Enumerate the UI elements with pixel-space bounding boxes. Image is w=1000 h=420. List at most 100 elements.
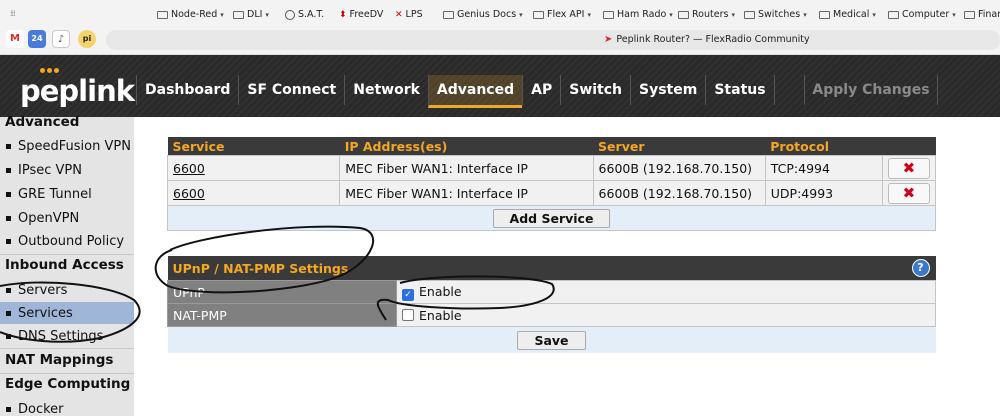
sidebar-item-docker[interactable]: Docker [0, 398, 134, 420]
nav-ap[interactable]: AP [522, 75, 560, 105]
tab-title[interactable]: ➤ Peplink Router? — FlexRadio Community [604, 34, 810, 45]
folder-icon [233, 10, 244, 19]
sidebar-item-servers[interactable]: Servers [0, 279, 134, 301]
sidebar-item-ipsec-vpn[interactable]: IPsec VPN [0, 159, 134, 181]
table-row: 6600 MEC Fiber WAN1: Interface IP 6600B … [166, 155, 937, 181]
folder-icon [819, 10, 830, 19]
peplink-logo[interactable]: peplink [20, 74, 135, 108]
calendar-icon[interactable]: 24 [28, 30, 46, 48]
tab-bar [0, 26, 1000, 55]
checkbox-checked-icon: ✓ [402, 288, 414, 301]
column-header-server: Server [593, 137, 766, 156]
server-cell: 6600B (192.168.70.150) [592, 180, 766, 206]
sidebar-divider [0, 254, 134, 255]
section-title: UPnP / NAT-PMP Settings? [167, 256, 936, 281]
gmail-icon[interactable]: M [6, 30, 24, 48]
help-icon[interactable]: ? [911, 259, 930, 277]
chevron-down-icon: ▾ [952, 10, 956, 19]
sidebar-item-dns-settings[interactable]: DNS Settings [0, 325, 134, 347]
service-link[interactable]: 6600 [173, 186, 205, 201]
nat-pmp-enable-checkbox[interactable]: Enable [402, 308, 462, 323]
save-button[interactable]: Save [517, 330, 586, 350]
bookmark-folder[interactable]: Switches ▾ [744, 9, 807, 20]
chevron-down-icon: ▾ [587, 10, 591, 19]
delete-x-icon: ✖ [902, 183, 916, 202]
chevron-down-icon: ▾ [220, 10, 224, 19]
sidebar-item-services[interactable]: Services [0, 302, 134, 324]
globe-icon [285, 9, 295, 20]
nav-switch[interactable]: Switch [560, 75, 630, 105]
checkbox-unchecked-icon [402, 308, 414, 321]
flexradio-icon: ➤ [604, 34, 613, 45]
upnp-enable-checkbox[interactable]: ✓ Enable [402, 284, 462, 301]
freedv-icon: ⬍ [339, 9, 347, 20]
column-header-service: Service [167, 137, 340, 156]
main-nav: Dashboard SF Connect Network Advanced AP… [136, 75, 775, 117]
bookmark-folder[interactable]: Flex API ▾ [533, 9, 591, 20]
chevron-down-icon: ▾ [519, 10, 523, 19]
bookmarks-bar: ⁞⁞⁞ Node-Red ▾ DLI ▾ S.A.T. ⬍ FreeDV ✕ LPS G… [0, 0, 1000, 26]
bookmark-folder[interactable]: Medical ▾ [819, 9, 876, 20]
sidebar-item-openvpn[interactable]: OpenVPN [0, 207, 134, 229]
delete-button[interactable]: ✖ [887, 157, 930, 179]
bookmark-folder[interactable]: Genius Docs ▾ [443, 9, 523, 20]
sidebar: Advanced SpeedFusion VPN IPsec VPN GRE T… [0, 114, 134, 417]
sidebar-divider [0, 373, 134, 374]
nav-system[interactable]: System [630, 75, 705, 105]
column-header-protocol: Protocol [765, 137, 883, 156]
nat-pmp-label: NAT-PMP [167, 303, 397, 327]
service-link[interactable]: 6600 [173, 161, 205, 176]
bookmark-folder[interactable]: Node-Red ▾ [157, 9, 224, 20]
settings-row: UPnP ✓ Enable [167, 280, 936, 304]
lps-icon: ✕ [395, 9, 403, 20]
chevron-down-icon: ▾ [803, 10, 807, 19]
sidebar-item-outbound-policy[interactable]: Outbound Policy [0, 230, 134, 252]
ip-cell: MEC Fiber WAN1: Interface IP [339, 180, 594, 206]
bookmark-folder[interactable]: Ham Rado ▾ [603, 9, 673, 20]
nav-network[interactable]: Network [344, 75, 428, 105]
upnp-settings-table: UPnP / NAT-PMP Settings? UPnP ✓ Enable NA… [167, 256, 936, 353]
sidebar-heading-advanced: Advanced [5, 114, 80, 130]
folder-icon [888, 10, 899, 19]
bookmark-link[interactable]: ✕ LPS [395, 9, 423, 20]
column-header-ip: IP Address(es) [339, 137, 594, 156]
protocol-cell: UDP:4993 [764, 180, 883, 206]
bookmark-folder[interactable]: Routers ▾ [678, 9, 735, 20]
section-header-row: UPnP / NAT-PMP Settings? [167, 256, 936, 281]
chevron-down-icon: ▾ [731, 10, 735, 19]
active-tab[interactable] [106, 30, 1000, 50]
folder-icon [157, 10, 168, 19]
add-service-button[interactable]: Add Service [492, 208, 611, 228]
bookmark-folder[interactable]: DLI ▾ [233, 9, 269, 20]
chevron-down-icon: ▾ [669, 10, 673, 19]
bookmark-folder[interactable]: Finan [964, 9, 1000, 20]
table-row: 6600 MEC Fiber WAN1: Interface IP 6600B … [166, 180, 937, 206]
save-row: Save [167, 326, 936, 353]
nav-status[interactable]: Status [705, 75, 775, 105]
folder-icon [964, 10, 975, 19]
nav-advanced[interactable]: Advanced [427, 75, 523, 108]
folder-icon [603, 10, 614, 19]
add-service-row: Add Service [167, 205, 936, 231]
bookmark-folder[interactable]: Computer ▾ [888, 9, 956, 20]
sidebar-divider [0, 348, 134, 349]
music-icon[interactable]: ♪ [52, 30, 70, 48]
nav-dashboard[interactable]: Dashboard [136, 75, 238, 105]
apply-changes-button[interactable]: Apply Changes [804, 75, 938, 105]
sidebar-item-gre-tunnel[interactable]: GRE Tunnel [0, 183, 134, 205]
folder-icon [533, 10, 544, 19]
delete-x-icon: ✖ [902, 158, 916, 177]
chevron-down-icon: ▾ [872, 10, 876, 19]
sidebar-heading-nat-mappings[interactable]: NAT Mappings [5, 352, 113, 368]
sidebar-heading-inbound-access: Inbound Access [5, 257, 124, 273]
apps-grid-icon[interactable]: ⁞⁞⁞ [10, 9, 16, 18]
nav-sf-connect[interactable]: SF Connect [238, 75, 344, 105]
server-cell: 6600B (192.168.70.150) [592, 155, 766, 181]
settings-row: NAT-PMP Enable [167, 303, 936, 327]
delete-button[interactable]: ✖ [887, 182, 930, 204]
folder-icon [744, 10, 755, 19]
bookmark-link[interactable]: ⬍ FreeDV [339, 9, 383, 20]
sidebar-item-speedfusion-vpn[interactable]: SpeedFusion VPN [0, 135, 134, 157]
bookmark-link[interactable]: S.A.T. [285, 9, 324, 20]
pi-icon[interactable]: pi [78, 30, 96, 48]
